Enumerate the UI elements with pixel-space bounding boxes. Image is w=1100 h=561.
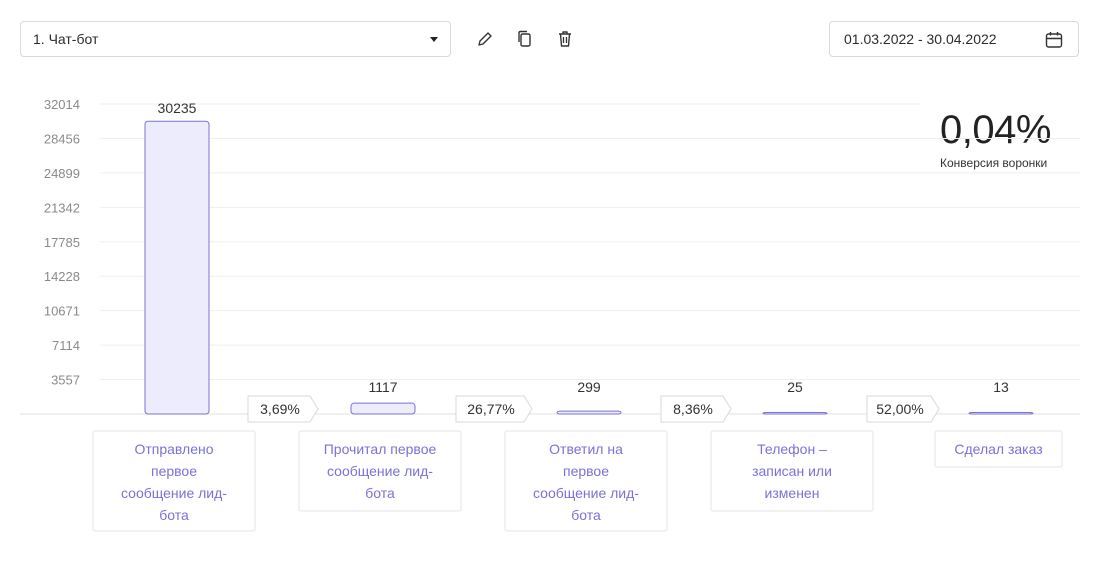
funnel-bar[interactable]	[968, 412, 1034, 415]
conversion-rate-label: 26,77%	[467, 401, 514, 417]
conversion-rate-label: 52,00%	[876, 401, 923, 417]
y-tick-label: 3557	[51, 373, 80, 388]
funnel-bar-chart: 3557 7114 10671 14228 17785 21342 24899 28456 32…	[20, 97, 1080, 532]
copy-icon[interactable]	[515, 29, 535, 49]
y-tick-label: 32014	[44, 97, 80, 112]
chevron-down-icon	[430, 37, 438, 42]
y-tick-label: 28456	[44, 131, 80, 146]
conversion-rate-label: 3,69%	[260, 401, 300, 417]
bar-value-label: 13	[993, 379, 1009, 395]
calendar-icon[interactable]	[1044, 30, 1064, 53]
y-tick-label: 7114	[52, 338, 80, 353]
funnel-select[interactable]: 1. Чат-бот	[20, 21, 451, 57]
y-tick-label: 21342	[44, 200, 80, 215]
y-tick-label: 24899	[44, 166, 80, 181]
y-tick-label: 10671	[44, 304, 80, 319]
pencil-icon[interactable]	[475, 29, 495, 49]
bar-value-label: 1117	[368, 379, 397, 395]
funnel-select-value: 1. Чат-бот	[33, 31, 99, 47]
step-label: Сделал заказ	[954, 441, 1042, 457]
date-range-picker[interactable]: 01.03.2022 - 30.04.2022	[829, 21, 1079, 57]
funnel-bar[interactable]	[350, 402, 416, 415]
bar-value-label: 25	[787, 379, 803, 395]
conversion-rate-label: 8,36%	[673, 401, 713, 417]
y-tick-label: 14228	[44, 269, 80, 284]
trash-icon[interactable]	[555, 29, 575, 49]
funnel-bar[interactable]	[556, 410, 622, 415]
bar-value-label: 299	[577, 379, 601, 395]
funnel-bar[interactable]	[762, 412, 828, 415]
date-range-value: 01.03.2022 - 30.04.2022	[844, 31, 997, 47]
bar-value-label: 30235	[158, 100, 197, 116]
funnel-bar[interactable]	[144, 120, 210, 415]
y-tick-label: 17785	[44, 235, 80, 250]
